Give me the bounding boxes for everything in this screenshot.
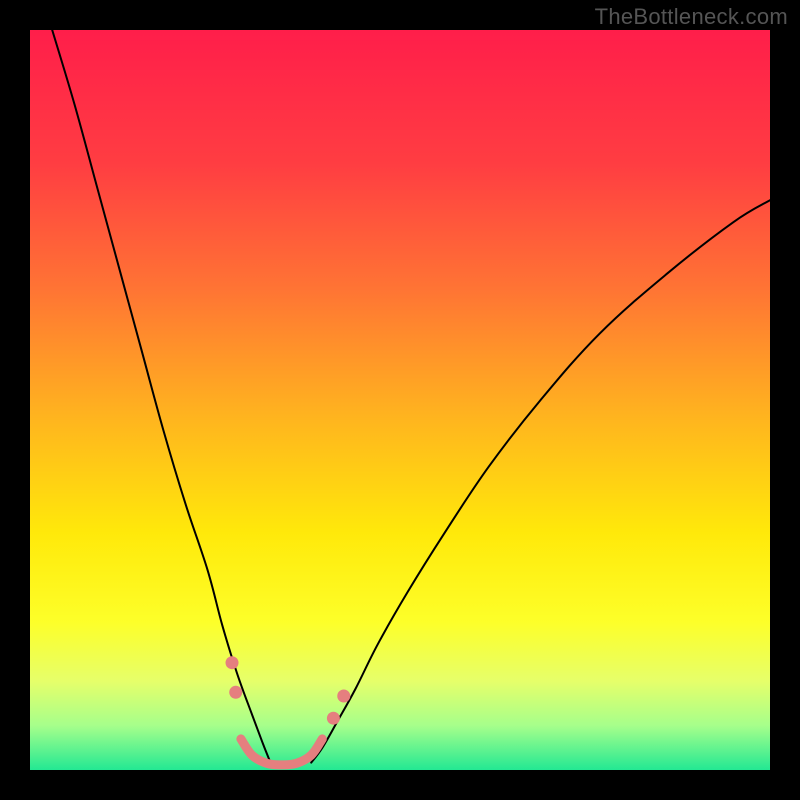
marker-right-upper-dot (337, 690, 350, 703)
chart-frame: TheBottleneck.com (0, 0, 800, 800)
marker-left-upper-dot (226, 656, 239, 669)
chart-svg (30, 30, 770, 770)
watermark-text: TheBottleneck.com (595, 4, 788, 30)
marker-left-lower-dot (229, 686, 242, 699)
marker-right-lower-dot (327, 712, 340, 725)
chart-background (30, 30, 770, 770)
plot-area (30, 30, 770, 770)
